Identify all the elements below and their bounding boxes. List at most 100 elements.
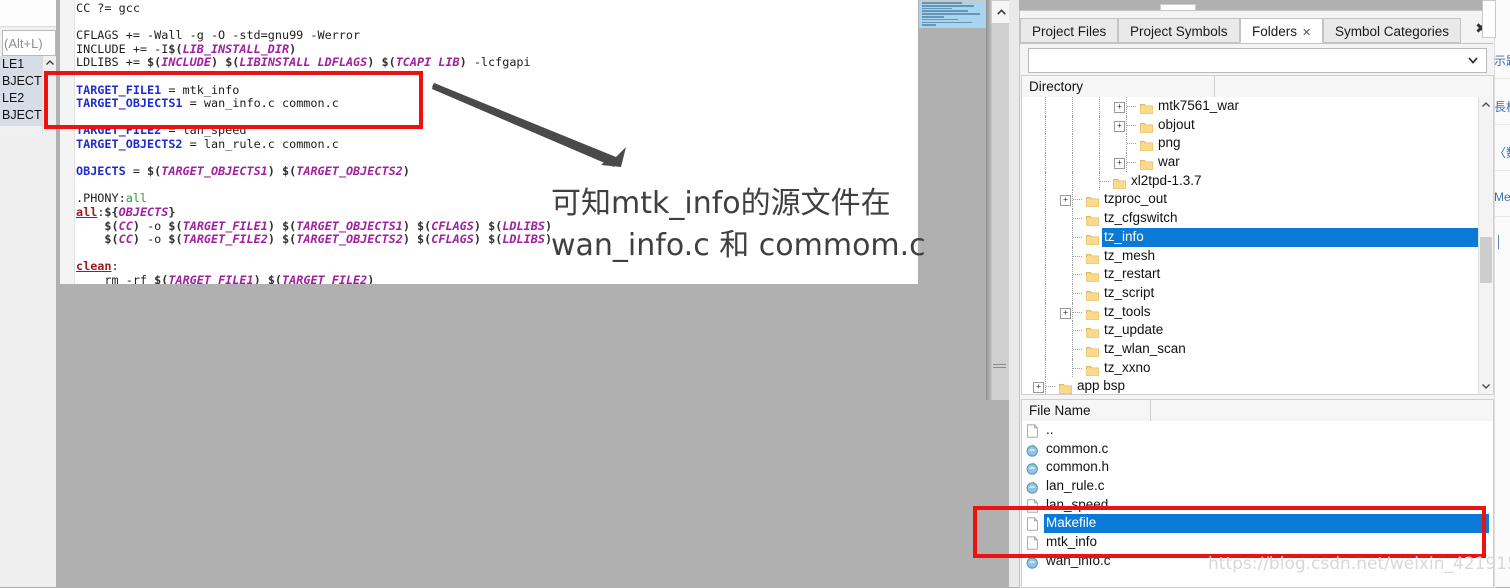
tab-close-icon[interactable]: ✕ [1302, 27, 1311, 39]
file-column-header[interactable]: File Name [1021, 399, 1494, 423]
tree-connector [1073, 218, 1082, 220]
tree-item-tz_tools[interactable]: + tz_tools [1022, 302, 1493, 322]
tree-guide-line [1045, 115, 1047, 135]
code-line: INCLUDE += -I$(LIB_INSTALL_DIR) [76, 41, 916, 57]
edge-divider [1495, 216, 1510, 217]
editor-scroll-up-button[interactable] [991, 0, 1011, 24]
file-item-common-h[interactable]: common.h [1022, 458, 1493, 477]
panel-drag-nub[interactable] [1160, 4, 1196, 10]
code-token: LDLIBS += [76, 55, 148, 70]
edge-menu-item[interactable]: 示题 [1494, 52, 1510, 69]
blank-file-icon [1027, 424, 1038, 438]
symbol-list-item[interactable]: LE1 [0, 56, 46, 73]
tree-item-tzproc_out[interactable]: + tzproc_out [1022, 190, 1493, 210]
tab-project-symbols[interactable]: Project Symbols [1118, 18, 1240, 43]
file-item--[interactable]: .. [1022, 421, 1493, 440]
tree-item-tz_xxno[interactable]: tz_xxno [1022, 358, 1493, 378]
tree-expand-toggle[interactable]: + [1033, 382, 1044, 394]
folder-icon [1086, 365, 1099, 376]
tree-item-label: png [1158, 135, 1181, 151]
edge-menu-item[interactable]: 〈数 [1494, 144, 1510, 161]
tree-item-tz_update[interactable]: tz_update [1022, 321, 1493, 340]
code-token: TARGET_FILE2 [182, 232, 268, 247]
tab-project-files[interactable]: Project Files [1020, 18, 1119, 43]
tree-guide-line [1045, 265, 1047, 284]
edge-divider [1495, 124, 1510, 125]
tree-scrollbar[interactable] [1478, 97, 1493, 394]
code-token: LIB_INSTALL_DIR [182, 41, 290, 56]
tree-item-app-bsp[interactable]: + app bsp [1022, 377, 1493, 394]
tree-item-label: app bsp [1077, 378, 1126, 394]
file-item-lan_rule-c[interactable]: lan_rule.c [1022, 477, 1493, 496]
tree-item-war[interactable]: + war [1022, 153, 1493, 172]
symbol-list-item[interactable]: BJECTS [0, 73, 46, 90]
code-minimap[interactable] [919, 0, 993, 28]
annotation-note: 可知mtk_info的源文件在 wan_info.c 和 commom.c [551, 183, 1011, 267]
tree-item-objout[interactable]: + objout [1022, 115, 1493, 135]
annotation-arrow-icon [432, 83, 626, 167]
minimap-line [922, 24, 936, 27]
chevron-down-icon[interactable] [1467, 54, 1479, 66]
code-token: $( [154, 272, 169, 284]
tree-item-tz_mesh[interactable]: tz_mesh [1022, 246, 1493, 266]
file-item-label: lan_rule.c [1046, 478, 1105, 494]
tree-expand-toggle[interactable]: + [1060, 195, 1071, 207]
tree-connector [1073, 236, 1082, 239]
code-token: CC [118, 218, 133, 233]
tree-scroll-thumb[interactable] [1480, 237, 1492, 283]
tree-expand-toggle[interactable]: + [1114, 120, 1125, 132]
tab-folders[interactable]: Folders ✕ [1240, 18, 1324, 43]
tree-connector [1073, 199, 1082, 201]
right-edge-strip: 示题長格〈数 Mer [1494, 0, 1510, 587]
tree-scroll-down-icon[interactable] [1481, 381, 1491, 391]
editor-scrollbar-grip[interactable] [993, 362, 1006, 369]
edge-menu-item[interactable]: 長格 [1494, 98, 1510, 115]
tree-item-xl2tpd-1-3-7[interactable]: xl2tpd-1.3.7 [1022, 171, 1493, 191]
tree-expand-toggle[interactable]: + [1114, 158, 1125, 170]
path-combobox[interactable] [1028, 48, 1487, 73]
tree-item-label: mtk7561_war [1158, 98, 1240, 113]
folder-icon [1086, 272, 1099, 283]
directory-column-header[interactable]: Directory [1021, 75, 1494, 99]
symbol-search-input[interactable]: (Alt+L) [2, 30, 56, 56]
tree-item-png[interactable]: png [1022, 134, 1493, 154]
symbol-list-item[interactable]: LE2 [0, 90, 46, 107]
code-token: $( [225, 55, 240, 70]
column-divider[interactable] [1150, 400, 1151, 421]
tree-guide-line [1045, 227, 1047, 247]
directory-tree[interactable]: + mtk7561_war + objout png + war xl2tpd-1.3.7 + t… [1021, 97, 1494, 395]
tree-connector [1073, 367, 1082, 370]
tree-item-tz_script[interactable]: tz_script [1022, 283, 1493, 303]
tree-expand-toggle[interactable]: + [1114, 102, 1125, 113]
folder-icon [1086, 197, 1099, 208]
right-edge-button[interactable] [1482, 0, 1496, 38]
minimap-line [922, 21, 972, 24]
column-divider[interactable] [1214, 76, 1215, 97]
tab-symbol-categories[interactable]: Symbol Categories [1323, 18, 1462, 43]
folder-icon [1140, 160, 1153, 170]
tab-bar-underline [1020, 43, 1493, 44]
symbol-list-item[interactable]: BJECTS [0, 107, 46, 124]
code-token: -o [147, 232, 169, 247]
file-item-common-c[interactable]: common.c [1022, 440, 1493, 459]
tree-item-label: tz_restart [1104, 266, 1161, 282]
tree-expand-toggle[interactable]: + [1060, 307, 1071, 319]
code-token: ) [132, 232, 148, 247]
tree-guide-line [1045, 171, 1047, 191]
tree-item-label: tz_xxno [1104, 359, 1151, 375]
tree-item-tz_info[interactable]: tz_info [1022, 227, 1493, 247]
minimap-line [922, 18, 958, 21]
tree-item-tz_wlan_scan[interactable]: tz_wlan_scan [1022, 339, 1493, 359]
symbol-list[interactable]: LE1 BJECTS LE2 BJECTS [0, 56, 46, 126]
code-token: ) [132, 218, 148, 233]
tree-item-tz_cfgswitch[interactable]: tz_cfgswitch [1022, 209, 1493, 228]
tree-guide-line [1072, 97, 1074, 116]
tree-item-label: tz_cfgswitch [1104, 210, 1178, 226]
tree-item-tz_restart[interactable]: tz_restart [1022, 265, 1493, 284]
scroll-up-icon[interactable] [45, 58, 55, 68]
tree-item-mtk7561_war[interactable]: + mtk7561_war [1022, 97, 1493, 116]
folder-icon [1113, 178, 1126, 189]
tree-scroll-up-icon[interactable] [1481, 100, 1491, 110]
edge-menu-item[interactable]: Mer [1494, 190, 1510, 204]
